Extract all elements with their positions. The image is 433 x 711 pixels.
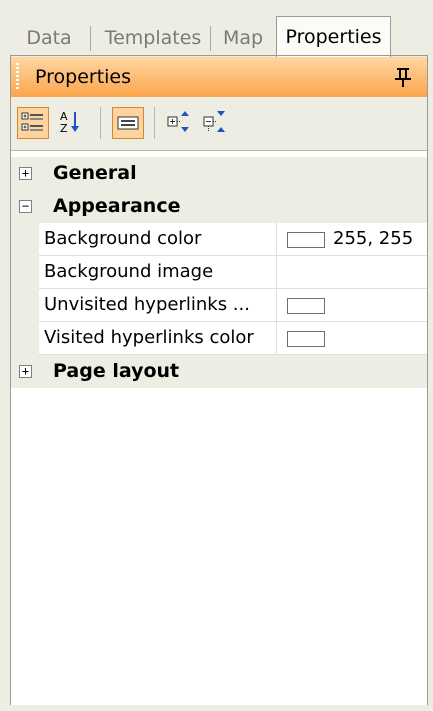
property-value[interactable] bbox=[277, 322, 427, 355]
properties-panel: Data Templates Map Properties Properties bbox=[0, 0, 433, 711]
property-value[interactable]: 255, 255 bbox=[277, 223, 427, 256]
tab-separator bbox=[90, 26, 91, 51]
property-name: Unvisited hyperlinks ... bbox=[39, 289, 277, 322]
property-row-background-image[interactable]: Background image bbox=[11, 256, 427, 289]
panel-titlebar: Properties bbox=[11, 57, 427, 97]
category-general[interactable]: + General bbox=[11, 157, 427, 190]
expand-all-button[interactable] bbox=[165, 107, 197, 139]
tab-map[interactable]: Map bbox=[216, 22, 270, 55]
property-pages-icon bbox=[117, 116, 139, 130]
tab-properties[interactable]: Properties bbox=[276, 16, 391, 58]
category-label: Page layout bbox=[53, 360, 180, 382]
svg-text:Z: Z bbox=[60, 122, 68, 135]
pin-icon[interactable] bbox=[393, 66, 413, 88]
property-name: Background color bbox=[39, 223, 277, 256]
properties-toolbar: A Z bbox=[11, 99, 427, 147]
property-value[interactable] bbox=[277, 289, 427, 322]
expand-all-icon bbox=[167, 111, 189, 132]
toolbar-separator bbox=[154, 107, 155, 139]
alphabetical-sort-button[interactable]: A Z bbox=[57, 107, 89, 139]
expand-icon[interactable]: + bbox=[19, 365, 32, 378]
property-name: Visited hyperlinks color bbox=[39, 322, 277, 355]
tab-data[interactable]: Data bbox=[18, 22, 80, 55]
collapse-icon[interactable]: − bbox=[19, 200, 32, 213]
property-grid: + General − Appearance Background color … bbox=[11, 150, 427, 705]
property-name: Background image bbox=[39, 256, 277, 289]
categorized-view-button[interactable] bbox=[17, 107, 49, 139]
property-row-background-color[interactable]: Background color 255, 255 bbox=[11, 223, 427, 256]
property-row-unvisited-hyperlinks[interactable]: Unvisited hyperlinks ... bbox=[11, 289, 427, 322]
property-row-visited-hyperlinks[interactable]: Visited hyperlinks color bbox=[11, 322, 427, 355]
toolbar-separator bbox=[100, 107, 101, 139]
color-swatch bbox=[287, 298, 325, 314]
expand-icon[interactable]: + bbox=[19, 167, 32, 180]
property-pages-button[interactable] bbox=[112, 107, 144, 139]
drag-grip-icon[interactable] bbox=[16, 63, 19, 91]
category-label: General bbox=[53, 162, 137, 184]
panel-title: Properties bbox=[35, 66, 132, 88]
color-swatch bbox=[287, 331, 325, 347]
categorized-icon bbox=[21, 112, 43, 131]
sort-az-icon: A Z bbox=[60, 110, 79, 135]
collapse-all-button[interactable] bbox=[201, 107, 233, 139]
category-page-layout[interactable]: + Page layout bbox=[11, 355, 427, 388]
tab-separator bbox=[210, 26, 211, 51]
panel-tabs: Data Templates Map Properties bbox=[10, 10, 428, 58]
category-label: Appearance bbox=[53, 195, 181, 217]
tab-templates[interactable]: Templates bbox=[98, 22, 208, 55]
property-value-text: 255, 255 bbox=[333, 228, 414, 249]
category-appearance[interactable]: − Appearance bbox=[11, 190, 427, 223]
collapse-all-icon bbox=[203, 111, 225, 132]
property-value[interactable] bbox=[277, 256, 427, 289]
color-swatch bbox=[287, 232, 325, 248]
